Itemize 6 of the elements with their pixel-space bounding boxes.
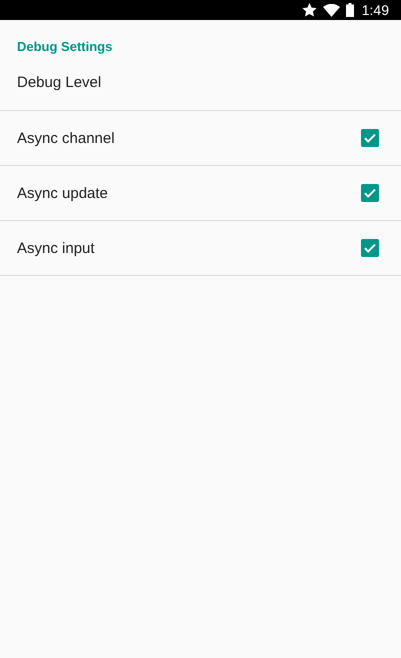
section-header: Debug Settings [16, 38, 114, 55]
setting-title: Debug Level [17, 74, 102, 91]
clock-time: 1:49 [362, 2, 389, 18]
setting-title: Async update [17, 184, 108, 202]
setting-title: Async input [17, 240, 95, 256]
setting-title: Async channel [17, 130, 115, 146]
